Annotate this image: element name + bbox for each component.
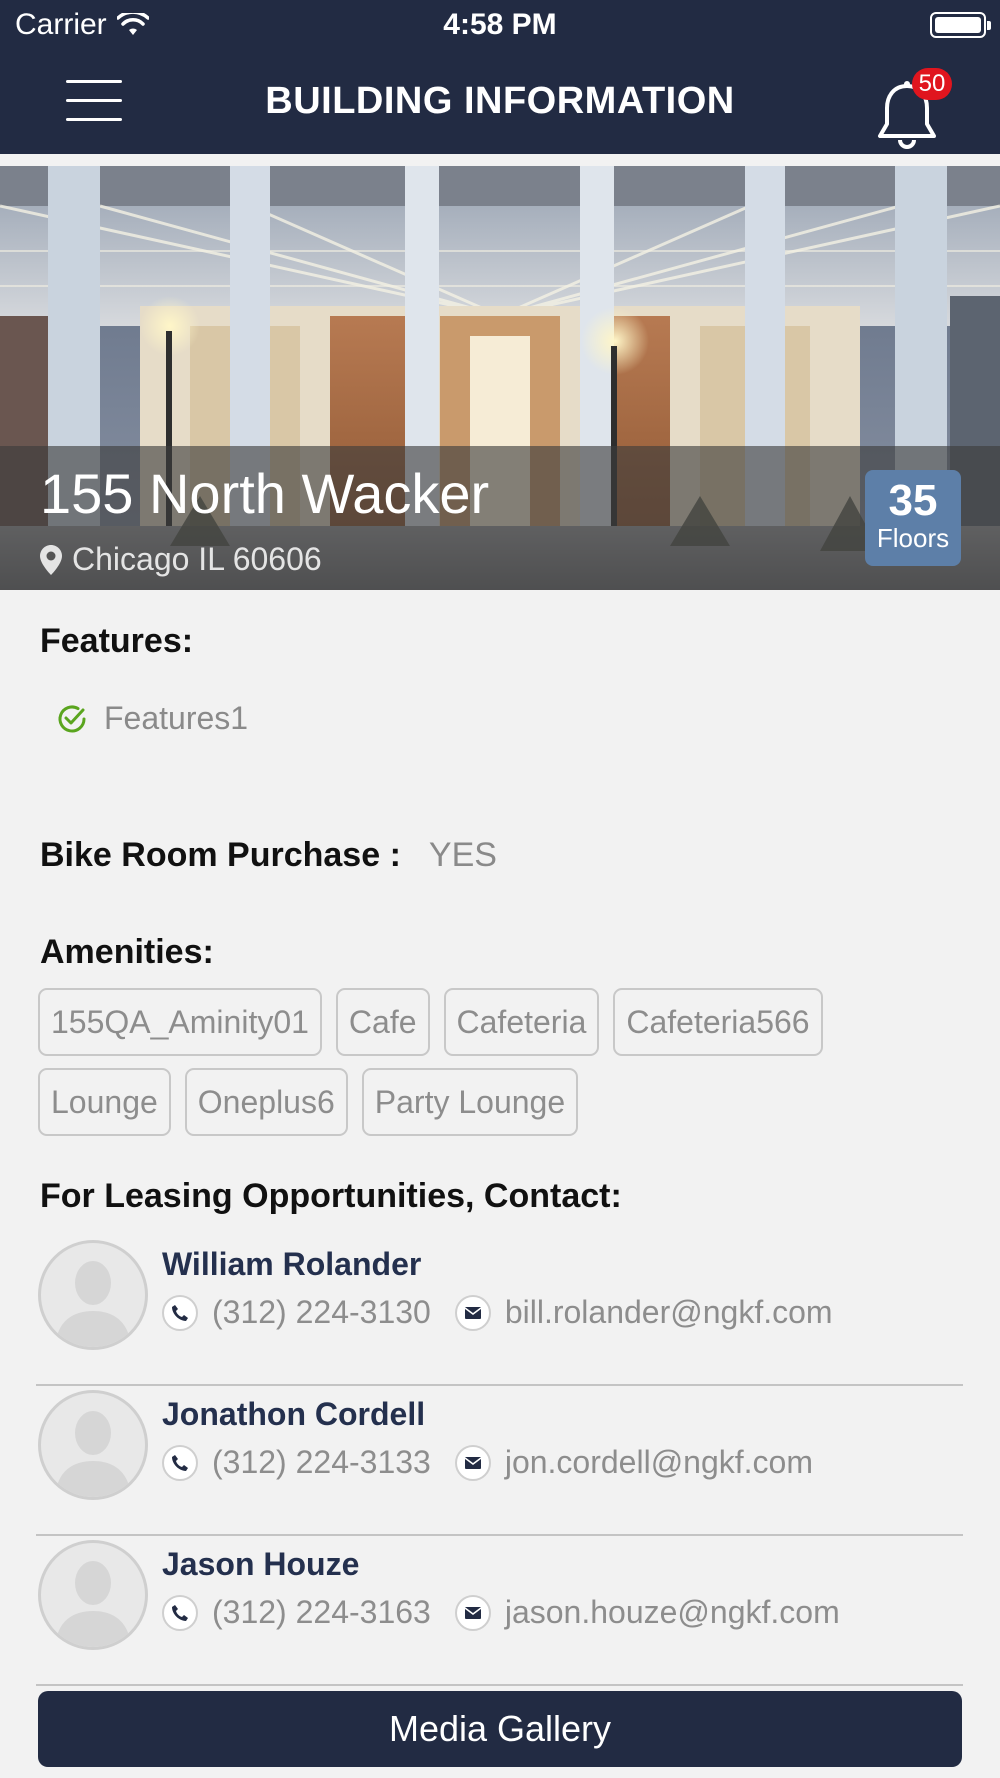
avatar (38, 1240, 148, 1350)
floors-label: Floors (876, 523, 950, 553)
status-time: 4:58 PM (443, 8, 557, 41)
features-title: Features: (40, 622, 194, 660)
amenities-title: Amenities: (40, 933, 214, 971)
contact-email[interactable]: jon.cordell@ngkf.com (505, 1444, 813, 1481)
contact-details: (312) 224-3163 jason.houze@ngkf.com (162, 1594, 840, 1631)
contact-name: Jason Houze (162, 1546, 360, 1582)
contacts-title: For Leasing Opportunities, Contact: (40, 1177, 622, 1215)
status-bar: Carrier 4:58 PM (0, 0, 1000, 50)
page-title: BUILDING INFORMATION (265, 80, 735, 122)
person-silhouette-icon (55, 1561, 131, 1647)
person-silhouette-icon (55, 1411, 131, 1497)
amenities-list: 155QA_Aminity01 Cafe Cafeteria Cafeteria… (38, 988, 938, 1136)
contact-email[interactable]: jason.houze@ngkf.com (505, 1594, 840, 1631)
feature-label: Features1 (104, 700, 249, 736)
building-name: 155 North Wacker (40, 462, 490, 525)
check-circle-icon (58, 705, 86, 732)
email-icon[interactable] (454, 1594, 491, 1631)
amenity-chip[interactable]: 155QA_Aminity01 (38, 988, 322, 1056)
location-text: Chicago IL 60606 (72, 541, 322, 577)
phone-icon[interactable] (162, 1294, 198, 1331)
battery-icon (930, 12, 991, 38)
bike-room-label: Bike Room Purchase : (40, 836, 401, 874)
location-pin-icon (40, 544, 62, 575)
amenity-chip[interactable]: Cafeteria566 (613, 988, 823, 1056)
contact-phone[interactable]: (312) 224-3163 (212, 1594, 431, 1631)
email-icon[interactable] (454, 1444, 491, 1481)
email-icon[interactable] (454, 1294, 491, 1331)
contact-card: William Rolander (312) 224-3130 bill.rol… (36, 1236, 963, 1386)
floors-badge: 35 Floors (865, 470, 961, 566)
contact-details: (312) 224-3130 bill.rolander@ngkf.com (162, 1294, 833, 1331)
notifications-button[interactable]: 50 (870, 66, 952, 156)
contact-details: (312) 224-3133 jon.cordell@ngkf.com (162, 1444, 813, 1481)
amenity-chip[interactable]: Cafeteria (443, 988, 600, 1056)
person-silhouette-icon (55, 1261, 131, 1347)
feature-item: Features1 (56, 700, 248, 737)
building-hero: 155 North Wacker Chicago IL 60606 35 Flo… (0, 166, 1000, 590)
amenity-chip[interactable]: Cafe (335, 988, 430, 1056)
phone-icon[interactable] (162, 1594, 198, 1631)
amenity-chip[interactable]: Lounge (38, 1068, 171, 1136)
bike-room-row: Bike Room Purchase : YES (40, 836, 497, 875)
contact-phone[interactable]: (312) 224-3130 (212, 1294, 431, 1331)
contact-card: Jason Houze (312) 224-3163 jason.houze@n… (36, 1536, 963, 1686)
avatar (38, 1390, 148, 1500)
amenity-chip[interactable]: Party Lounge (361, 1068, 579, 1136)
contact-email[interactable]: bill.rolander@ngkf.com (505, 1294, 833, 1331)
nav-bar: BUILDING INFORMATION 50 (0, 50, 1000, 154)
bike-room-value: YES (428, 836, 497, 874)
amenity-chip[interactable]: Oneplus6 (184, 1068, 348, 1136)
floors-count: 35 (888, 476, 938, 525)
contact-card: Jonathon Cordell (312) 224-3133 jon.cord… (36, 1386, 963, 1536)
phone-icon[interactable] (162, 1444, 198, 1481)
media-gallery-button[interactable]: Media Gallery (38, 1691, 962, 1767)
contact-name: Jonathon Cordell (162, 1396, 426, 1432)
notification-badge: 50 (912, 68, 952, 100)
contact-phone[interactable]: (312) 224-3133 (212, 1444, 431, 1481)
avatar (38, 1540, 148, 1650)
contact-name: William Rolander (162, 1246, 422, 1282)
building-location: Chicago IL 60606 (40, 541, 322, 578)
